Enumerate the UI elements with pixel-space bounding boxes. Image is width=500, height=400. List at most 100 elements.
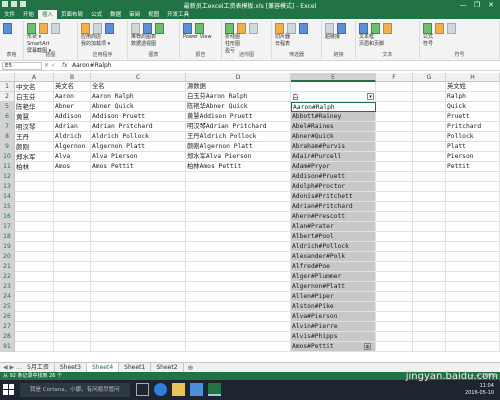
ribbon-command-icon[interactable] xyxy=(225,23,234,34)
cell-h[interactable]: Quick xyxy=(446,102,500,112)
cell-e[interactable]: Alfred#Poe xyxy=(291,262,376,272)
cell-e[interactable] xyxy=(291,82,376,92)
cell-g[interactable] xyxy=(413,182,446,192)
formula-input[interactable]: Aaron#Ralph xyxy=(72,62,496,70)
cell-e[interactable]: Alan#Prater xyxy=(291,222,376,232)
cell-h[interactable] xyxy=(446,262,500,272)
cell-b[interactable]: Algernon xyxy=(54,142,91,152)
ribbon-command-icon[interactable] xyxy=(93,23,102,34)
cell-h[interactable] xyxy=(446,282,500,292)
cell-f[interactable] xyxy=(376,82,413,92)
cell-a[interactable] xyxy=(15,322,54,332)
ribbon-command-label[interactable]: 柱形图 xyxy=(222,41,271,48)
cell-b[interactable] xyxy=(54,262,91,272)
cell-c[interactable]: Aaron Ralph xyxy=(91,92,186,102)
row-header[interactable]: 25 xyxy=(0,302,15,312)
cell-f[interactable] xyxy=(376,262,413,272)
ribbon-command-icon[interactable] xyxy=(275,23,284,34)
ribbon-command-label[interactable]: Power View xyxy=(180,34,221,41)
cell-e[interactable]: Ahern#Prescott xyxy=(291,212,376,222)
cell-h[interactable] xyxy=(446,342,500,352)
cell-a[interactable] xyxy=(15,172,54,182)
cell-b[interactable]: 英文名 xyxy=(54,82,91,92)
cell-e[interactable]: Adolph#Proctor xyxy=(291,182,376,192)
cell-g[interactable] xyxy=(413,232,446,242)
cell-c[interactable] xyxy=(91,302,186,312)
cell-c[interactable]: Alva Pierson xyxy=(91,152,186,162)
cell-d[interactable] xyxy=(186,292,291,302)
ribbon-command-icon[interactable] xyxy=(371,23,380,34)
row-header[interactable]: 1 xyxy=(0,82,15,92)
cell-h[interactable]: Pritchard xyxy=(446,122,500,132)
cell-f[interactable] xyxy=(376,202,413,212)
cell-c[interactable] xyxy=(91,242,186,252)
cell-c[interactable] xyxy=(91,332,186,342)
cell-h[interactable] xyxy=(446,292,500,302)
cell-f[interactable] xyxy=(376,182,413,192)
cell-d[interactable] xyxy=(186,192,291,202)
cell-g[interactable] xyxy=(413,172,446,182)
cell-a[interactable]: 王丹 xyxy=(15,132,54,142)
cell-g[interactable] xyxy=(413,152,446,162)
column-header[interactable]: F xyxy=(376,73,413,82)
cell-h[interactable]: Ralph xyxy=(446,92,500,102)
cell-a[interactable] xyxy=(15,252,54,262)
ribbon-command-icon[interactable] xyxy=(359,23,368,34)
cell-b[interactable]: Abner xyxy=(54,102,91,112)
ribbon-tab[interactable]: 开始 xyxy=(19,10,38,19)
ribbon-tab[interactable]: 插入 xyxy=(38,10,58,19)
cell-f[interactable] xyxy=(376,162,413,172)
row-header[interactable]: 20 xyxy=(0,252,15,262)
cell-c[interactable] xyxy=(91,252,186,262)
cell-a[interactable] xyxy=(15,182,54,192)
cell-h[interactable] xyxy=(446,172,500,182)
ribbon-command-label[interactable]: 公式 xyxy=(420,34,499,41)
cell-a[interactable]: 郑水军 xyxy=(15,152,54,162)
close-button[interactable]: ✕ xyxy=(484,0,498,10)
cell-g[interactable] xyxy=(413,282,446,292)
cell-e[interactable]: Alger#Plummer xyxy=(291,272,376,282)
row-header[interactable]: 28 xyxy=(0,332,15,342)
row-header[interactable]: 14 xyxy=(0,192,15,202)
cell-d[interactable] xyxy=(186,222,291,232)
ribbon-command-icon[interactable] xyxy=(27,23,36,34)
cell-b[interactable]: Amos xyxy=(54,162,91,172)
cell-e[interactable]: Abraham#Purvis xyxy=(291,142,376,152)
cell-f[interactable] xyxy=(376,152,413,162)
row-header[interactable]: 21 xyxy=(0,262,15,272)
ribbon-command-icon[interactable] xyxy=(237,23,246,34)
cell-h[interactable] xyxy=(446,182,500,192)
cell-c[interactable]: Abner Quick xyxy=(91,102,186,112)
cell-c[interactable] xyxy=(91,292,186,302)
cell-e[interactable]: Allen#Piper xyxy=(291,292,376,302)
cell-e[interactable]: Adair#Purcell xyxy=(291,152,376,162)
cell-g[interactable] xyxy=(413,112,446,122)
ribbon-command-icon[interactable] xyxy=(81,23,90,34)
cell-b[interactable] xyxy=(54,342,91,352)
ribbon-tab[interactable]: 开发工具 xyxy=(163,10,193,19)
cell-f[interactable] xyxy=(376,212,413,222)
cell-a[interactable] xyxy=(15,342,54,352)
column-header[interactable]: C xyxy=(91,73,186,82)
ribbon-tab[interactable]: 视图 xyxy=(144,10,163,19)
cell-f[interactable] xyxy=(376,282,413,292)
file-explorer-icon[interactable] xyxy=(172,383,185,396)
cell-g[interactable] xyxy=(413,122,446,132)
cell-b[interactable] xyxy=(54,252,91,262)
row-header[interactable]: 16 xyxy=(0,212,15,222)
cell-f[interactable] xyxy=(376,242,413,252)
cell-e[interactable]: Albert#Pool xyxy=(291,232,376,242)
ribbon-command-label[interactable]: 推荐的图表 xyxy=(128,34,179,41)
cell-a[interactable] xyxy=(15,292,54,302)
cell-e[interactable]: Alvis#Phipps xyxy=(291,332,376,342)
row-header[interactable]: 18 xyxy=(0,232,15,242)
cell-d[interactable] xyxy=(186,232,291,242)
row-header[interactable]: 24 xyxy=(0,292,15,302)
cell-e[interactable]: 白 xyxy=(291,92,376,102)
cell-a[interactable] xyxy=(15,242,54,252)
cell-e[interactable]: Adam#Pryor xyxy=(291,162,376,172)
cell-a[interactable]: 明汉琴 xyxy=(15,122,54,132)
insert-function-icon[interactable]: fx xyxy=(62,62,68,69)
cell-c[interactable] xyxy=(91,322,186,332)
ribbon-command-icon[interactable] xyxy=(447,23,456,34)
